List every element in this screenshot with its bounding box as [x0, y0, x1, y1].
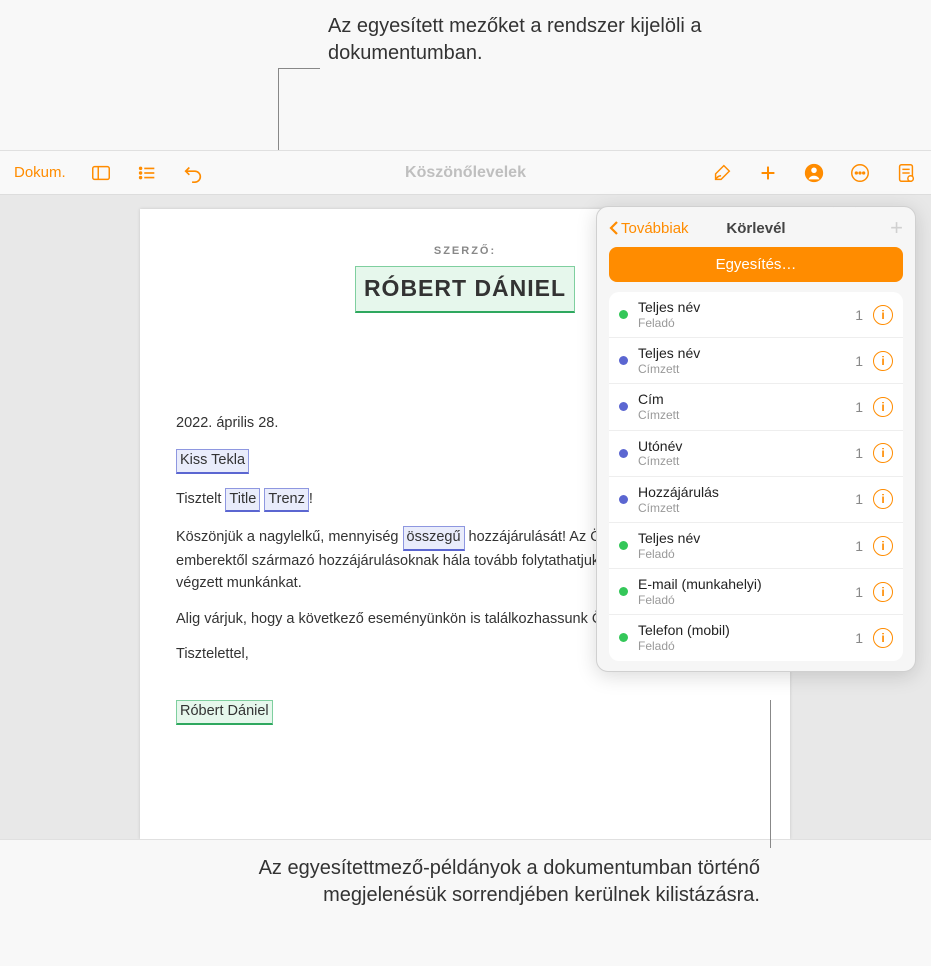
color-dot: [619, 541, 628, 550]
merge-field-row[interactable]: Telefon (mobil)Feladó 1i: [609, 615, 903, 660]
merge-field-row[interactable]: UtónévCímzett 1i: [609, 431, 903, 477]
field-role: Címzett: [638, 454, 845, 468]
field-role: Feladó: [638, 593, 845, 607]
field-role: Feladó: [638, 316, 845, 330]
more-icon[interactable]: [849, 162, 871, 184]
merge-field-title[interactable]: Title: [225, 488, 260, 513]
back-button[interactable]: Továbbiak: [609, 220, 689, 237]
merge-field-row[interactable]: HozzájárulásCímzett 1i: [609, 477, 903, 523]
mail-merge-popover: Továbbiak Körlevél + Egyesítés… Teljes n…: [596, 206, 916, 672]
field-role: Feladó: [638, 639, 845, 653]
list-icon[interactable]: [136, 162, 158, 184]
merge-field-trenz[interactable]: Trenz: [264, 488, 309, 513]
salutation-prefix: Tisztelt: [176, 491, 225, 507]
sidebar-icon[interactable]: [90, 162, 112, 184]
field-text: Telefon (mobil)Feladó: [638, 622, 845, 653]
info-icon[interactable]: i: [873, 582, 893, 602]
merge-field-row[interactable]: Teljes névFeladó 1i: [609, 523, 903, 569]
documents-button[interactable]: Dokum.: [14, 164, 66, 181]
format-icon[interactable]: [895, 162, 917, 184]
info-icon[interactable]: i: [873, 351, 893, 371]
color-dot: [619, 356, 628, 365]
field-name: Teljes név: [638, 530, 845, 547]
info-icon[interactable]: i: [873, 305, 893, 325]
field-count: 1: [855, 538, 863, 554]
field-role: Címzett: [638, 408, 845, 422]
color-dot: [619, 310, 628, 319]
field-role: Címzett: [638, 501, 845, 515]
field-role: Feladó: [638, 547, 845, 561]
color-dot: [619, 633, 628, 642]
merge-field-recipient[interactable]: Kiss Tekla: [176, 449, 249, 474]
color-dot: [619, 449, 628, 458]
field-text: Teljes névFeladó: [638, 299, 845, 330]
add-field-button[interactable]: +: [890, 217, 903, 239]
field-name: Teljes név: [638, 299, 845, 316]
field-count: 1: [855, 399, 863, 415]
color-dot: [619, 495, 628, 504]
field-name: Cím: [638, 391, 845, 408]
merge-button[interactable]: Egyesítés…: [609, 247, 903, 282]
callout-line: [770, 700, 771, 848]
body-text: Köszönjük a nagylelkű, mennyiség: [176, 529, 403, 545]
info-icon[interactable]: i: [873, 489, 893, 509]
merge-field-row[interactable]: Teljes névFeladó 1i: [609, 292, 903, 338]
field-count: 1: [855, 353, 863, 369]
field-name: Teljes név: [638, 345, 845, 362]
merge-field-signature[interactable]: Róbert Dániel: [176, 700, 273, 725]
field-text: Teljes névFeladó: [638, 530, 845, 561]
field-text: UtónévCímzett: [638, 438, 845, 469]
app-window: • • • Dokum. Köszönőlevelek: [0, 150, 931, 840]
annotation-bottom: Az egyesítettmező-példányok a dokumentum…: [240, 855, 760, 909]
merge-field-amount[interactable]: összegű: [403, 526, 465, 551]
field-name: Telefon (mobil): [638, 622, 845, 639]
info-icon[interactable]: i: [873, 536, 893, 556]
field-role: Címzett: [638, 362, 845, 376]
field-text: HozzájárulásCímzett: [638, 484, 845, 515]
back-label: Továbbiak: [621, 220, 689, 237]
color-dot: [619, 587, 628, 596]
field-count: 1: [855, 307, 863, 323]
merge-field-author[interactable]: RÓBERT DÁNIEL: [355, 266, 575, 314]
field-text: Teljes névCímzett: [638, 345, 845, 376]
field-name: Utónév: [638, 438, 845, 455]
annotation-top: Az egyesített mezőket a rendszer kijelöl…: [328, 13, 748, 67]
salutation-suffix: !: [309, 491, 313, 507]
document-title: Köszönőlevelek: [405, 164, 526, 182]
undo-icon[interactable]: [182, 162, 204, 184]
merge-field-row[interactable]: CímCímzett 1i: [609, 384, 903, 430]
color-dot: [619, 402, 628, 411]
toolbar: Dokum. Köszönőlevelek: [0, 151, 931, 195]
field-count: 1: [855, 584, 863, 600]
field-name: Hozzájárulás: [638, 484, 845, 501]
field-name: E-mail (munkahelyi): [638, 576, 845, 593]
collaborate-icon[interactable]: [803, 162, 825, 184]
merge-field-row[interactable]: Teljes névCímzett 1i: [609, 338, 903, 384]
plus-icon[interactable]: [757, 162, 779, 184]
field-count: 1: [855, 630, 863, 646]
merge-field-row[interactable]: E-mail (munkahelyi)Feladó 1i: [609, 569, 903, 615]
field-count: 1: [855, 491, 863, 507]
brush-icon[interactable]: [711, 162, 733, 184]
field-text: CímCímzett: [638, 391, 845, 422]
field-text: E-mail (munkahelyi)Feladó: [638, 576, 845, 607]
merge-field-list: Teljes névFeladó1iTeljes névCímzett1iCím…: [609, 292, 903, 661]
info-icon[interactable]: i: [873, 397, 893, 417]
popover-title: Körlevél: [726, 220, 785, 237]
field-count: 1: [855, 445, 863, 461]
info-icon[interactable]: i: [873, 628, 893, 648]
info-icon[interactable]: i: [873, 443, 893, 463]
callout-line: [278, 68, 320, 69]
